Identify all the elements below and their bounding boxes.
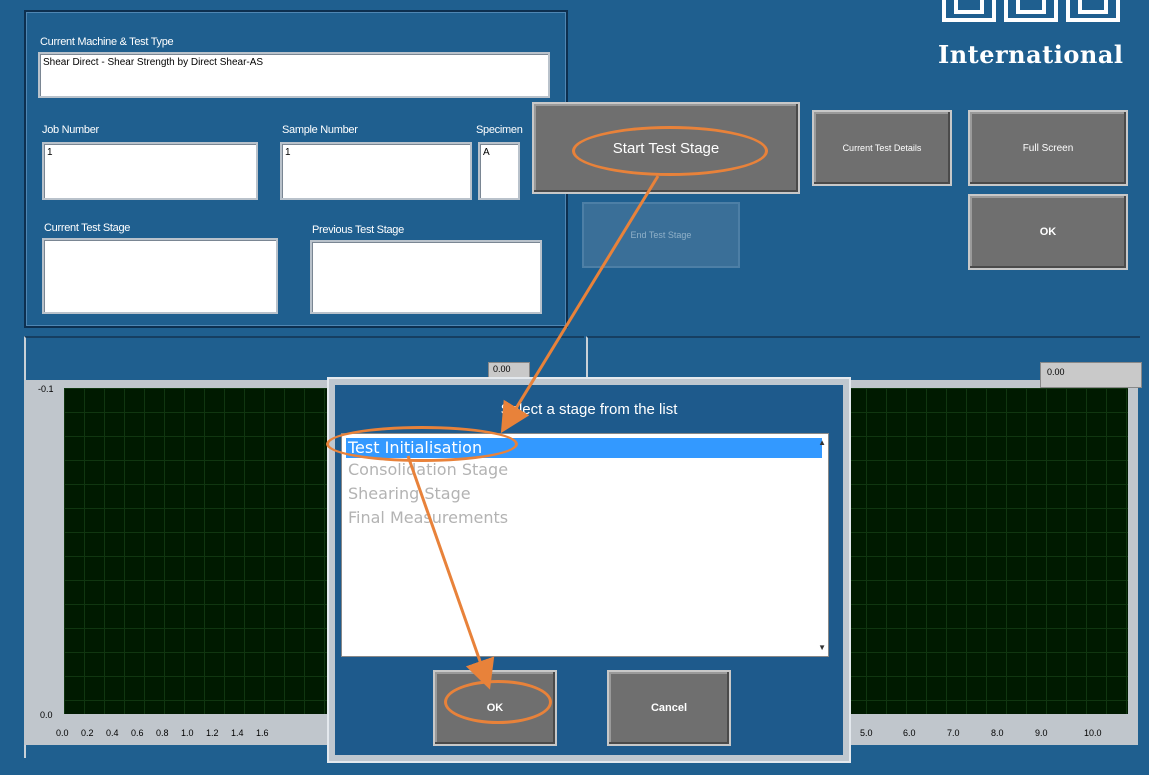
x-tick: 1.0 xyxy=(181,728,194,738)
stage-list[interactable]: Test Initialisation Consolidation Stage … xyxy=(341,433,829,657)
left-graph-readout: 0.00 xyxy=(488,362,530,378)
x-tick: 1.6 xyxy=(256,728,269,738)
list-item-consolidation-stage[interactable]: Consolidation Stage xyxy=(346,460,508,480)
job-number-value: 1 xyxy=(47,147,53,158)
x-tick: 0.6 xyxy=(131,728,144,738)
ok-button[interactable]: OK xyxy=(968,194,1128,270)
specimen-value: A xyxy=(483,147,490,158)
current-stage-field[interactable] xyxy=(42,238,278,314)
dialog-title: Select a stage from the list xyxy=(500,401,678,418)
right-readout-value: 0.00 xyxy=(1047,367,1065,377)
machine-field[interactable]: Shear Direct - Shear Strength by Direct … xyxy=(38,52,550,98)
end-test-stage-button[interactable]: End Test Stage xyxy=(582,202,740,268)
list-item-shearing-stage[interactable]: Shearing Stage xyxy=(346,484,471,504)
job-number-field[interactable]: 1 xyxy=(42,142,258,200)
specimen-label: Specimen xyxy=(476,124,523,136)
scroll-up-icon[interactable]: ▲ xyxy=(818,438,826,447)
highlight-list-ellipse xyxy=(326,426,518,462)
sample-number-value: 1 xyxy=(285,147,291,158)
left-readout-value: 0.00 xyxy=(493,364,511,374)
right-graph-readout: 0.00 xyxy=(1040,362,1142,388)
x-tick: 0.0 xyxy=(56,728,69,738)
x-tick: 8.0 xyxy=(991,728,1004,738)
sample-number-field[interactable]: 1 xyxy=(280,142,472,200)
logo: International xyxy=(934,0,1134,80)
right-graph-plot xyxy=(846,388,1128,714)
x-tick: 10.0 xyxy=(1084,728,1102,738)
x-tick: 7.0 xyxy=(947,728,960,738)
x-tick: 0.8 xyxy=(156,728,169,738)
list-item-final-measurements[interactable]: Final Measurements xyxy=(346,508,508,528)
current-stage-label: Current Test Stage xyxy=(44,222,131,234)
machine-value: Shear Direct - Shear Strength by Direct … xyxy=(43,57,264,68)
previous-stage-field[interactable] xyxy=(310,240,542,314)
previous-stage-label: Previous Test Stage xyxy=(312,224,404,236)
y-tick-top: -0.1 xyxy=(38,384,54,394)
logo-mark-icon xyxy=(942,0,1120,22)
machine-label: Current Machine & Test Type xyxy=(40,36,174,48)
dialog-cancel-button[interactable]: Cancel xyxy=(607,670,731,746)
highlight-start-ellipse xyxy=(572,126,768,176)
app-window: International Current Machine & Test Typ… xyxy=(0,0,1149,775)
y-tick-bottom: 0.0 xyxy=(40,710,53,720)
x-tick: 1.4 xyxy=(231,728,244,738)
brand-name: International xyxy=(938,40,1124,69)
specimen-field[interactable]: A xyxy=(478,142,520,200)
current-test-details-button[interactable]: Current Test Details xyxy=(812,110,952,186)
x-tick: 9.0 xyxy=(1035,728,1048,738)
job-number-label: Job Number xyxy=(42,124,99,136)
full-screen-button[interactable]: Full Screen xyxy=(968,110,1128,186)
x-tick: 1.2 xyxy=(206,728,219,738)
x-tick: 5.0 xyxy=(860,728,873,738)
sample-number-label: Sample Number xyxy=(282,124,358,136)
left-graph-plot xyxy=(64,388,330,714)
x-tick: 6.0 xyxy=(903,728,916,738)
scroll-down-icon[interactable]: ▼ xyxy=(818,643,826,652)
highlight-ok-ellipse xyxy=(444,680,552,724)
x-tick: 0.2 xyxy=(81,728,94,738)
x-tick: 0.4 xyxy=(106,728,119,738)
